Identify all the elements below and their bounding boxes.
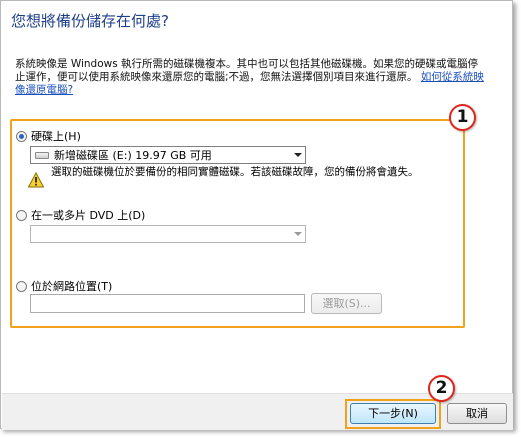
- callout-number-1: 1: [449, 104, 476, 131]
- chevron-down-icon: [294, 232, 302, 236]
- wizard-page: 您想將備份儲存在何處? 系統映像是 Windows 執行所需的磁碟機複本。其中也…: [0, 0, 513, 430]
- network-label: 位於網路位置(T): [31, 280, 113, 293]
- description: 系統映像是 Windows 執行所需的磁碟機複本。其中也可以包括其他磁碟機。如果…: [15, 58, 485, 97]
- hard-disk-drive-select[interactable]: 新增磁碟區 (E:) 19.97 GB 可用: [30, 146, 306, 164]
- browse-button[interactable]: 選取(S)...: [311, 293, 382, 314]
- cancel-button[interactable]: 取消: [447, 403, 507, 424]
- hard-disk-drive-value: 新增磁碟區 (E:) 19.97 GB 可用: [54, 149, 212, 162]
- hard-disk-option[interactable]: 硬碟上(H): [16, 128, 81, 144]
- dvd-label: 在一或多片 DVD 上(D): [31, 209, 146, 222]
- network-path-input[interactable]: [30, 294, 305, 313]
- dvd-option[interactable]: 在一或多片 DVD 上(D): [16, 207, 145, 223]
- hard-disk-label: 硬碟上(H): [31, 130, 81, 143]
- network-option[interactable]: 位於網路位置(T): [16, 278, 112, 294]
- next-button[interactable]: 下一步(N): [350, 403, 436, 424]
- dvd-radio[interactable]: [16, 209, 27, 221]
- page-title: 您想將備份儲存在何處?: [11, 12, 169, 30]
- callout-number-2: 2: [428, 375, 455, 402]
- warning-triangle-icon: [28, 172, 44, 188]
- same-disk-warning: 選取的磁碟機位於要備份的相同實體磁碟。若該磁碟故障，您的備份將會遺失。: [51, 166, 419, 178]
- dvd-drive-select[interactable]: [30, 225, 306, 243]
- description-text: 系統映像是 Windows 執行所需的磁碟機複本。其中也可以包括其他磁碟機。如果…: [15, 58, 479, 83]
- hard-drive-icon: [35, 151, 49, 159]
- hard-disk-radio[interactable]: [16, 130, 27, 142]
- network-radio[interactable]: [16, 280, 27, 292]
- chevron-down-icon: [294, 153, 302, 157]
